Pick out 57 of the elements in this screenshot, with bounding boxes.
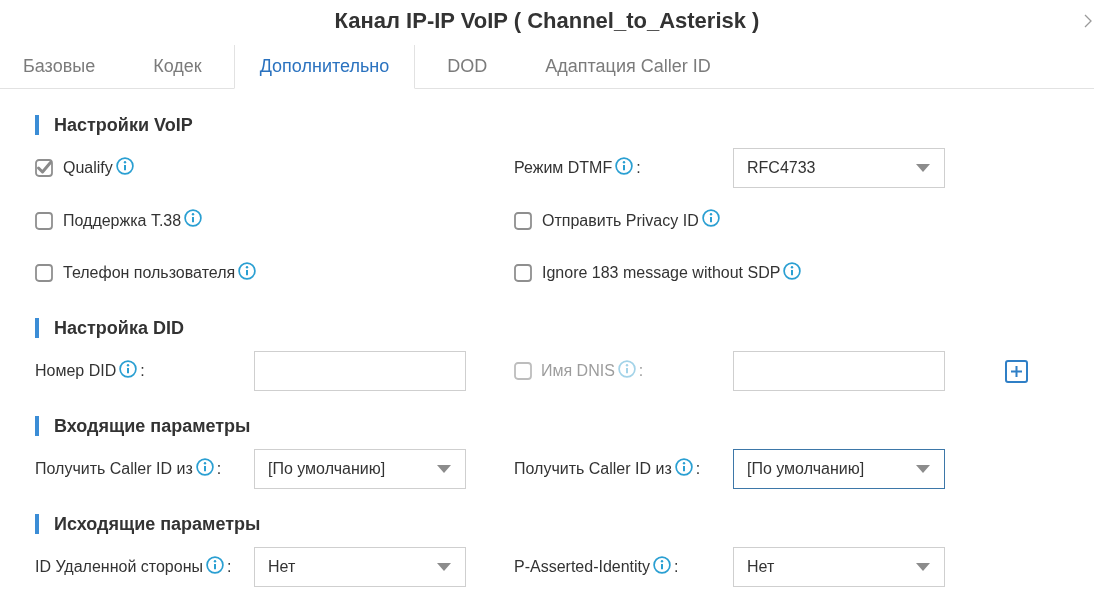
checkbox[interactable]: [514, 211, 532, 230]
dropdown[interactable]: Нет: [254, 547, 466, 587]
field-label: ID Удаленной стороны: [35, 558, 203, 576]
info-icon[interactable]: [238, 261, 257, 280]
colon-text: :: [226, 558, 232, 576]
colon-text: :: [140, 362, 145, 380]
info-icon[interactable]: [119, 359, 138, 378]
info-icon[interactable]: [615, 156, 634, 175]
info-icon[interactable]: [701, 209, 720, 227]
info-icon[interactable]: [653, 555, 672, 574]
caret-icon: [916, 563, 930, 571]
info-icon[interactable]: [115, 156, 134, 175]
checkbox[interactable]: [514, 264, 532, 282]
checkbox[interactable]: [35, 211, 53, 230]
checkbox-label: Поддержка T.38: [63, 211, 182, 230]
checkbox[interactable]: [35, 264, 53, 282]
caret-icon: [916, 164, 930, 172]
checkbox-label: Ignore 183 message without SDP: [542, 264, 781, 282]
colon-text: :: [636, 159, 641, 177]
checkbox[interactable]: [35, 159, 53, 177]
dropdown[interactable]: RFC4733: [733, 148, 945, 188]
caret-icon: [437, 465, 451, 473]
field-label: Номер DID: [35, 362, 117, 380]
dropdown[interactable]: [По умолчанию]: [254, 449, 466, 489]
colon-text: :: [674, 558, 679, 576]
dialog-title: Канал IP-IP VoIP ( Channel_to_Asterisk ): [334, 7, 760, 35]
field-label: Получить Caller ID из: [35, 460, 193, 478]
dropdown[interactable]: Нет: [733, 547, 945, 587]
caret-icon: [437, 563, 451, 571]
info-icon[interactable]: [617, 359, 636, 378]
tab[interactable]: Дополнительно: [233, 45, 416, 89]
dropdown[interactable]: [По умолчанию]: [733, 449, 945, 489]
checkbox-label: Телефон пользователя: [63, 264, 236, 282]
info-icon[interactable]: [783, 261, 802, 280]
colon-text: :: [216, 460, 222, 478]
field-label: Имя DNIS: [541, 362, 615, 380]
checkbox-label: Qualify: [63, 159, 113, 177]
info-icon[interactable]: [674, 457, 693, 476]
section-heading: Входящие параметры: [35, 416, 251, 436]
field-label: P-Asserted-Identity: [514, 558, 651, 576]
section-heading: Исходящие параметры: [35, 514, 261, 534]
colon-text: :: [638, 362, 644, 380]
section-heading: Настройка DID: [35, 318, 184, 338]
text-field[interactable]: [733, 351, 945, 391]
section-heading: Настройки VoIP: [35, 115, 193, 135]
text-field[interactable]: [254, 351, 466, 391]
info-icon[interactable]: [184, 209, 203, 227]
add-button[interactable]: [1005, 359, 1028, 383]
info-icon[interactable]: [205, 555, 224, 574]
field-label: Режим DTMF: [514, 159, 613, 177]
chevron-icon[interactable]: [1084, 13, 1092, 28]
colon-text: :: [695, 460, 701, 478]
plus-icon: [1011, 365, 1022, 377]
caret-icon: [916, 465, 930, 473]
checkbox-label: Отправить Privacy ID: [542, 211, 699, 230]
info-icon[interactable]: [195, 457, 214, 476]
field-label: Получить Caller ID из: [514, 460, 672, 478]
